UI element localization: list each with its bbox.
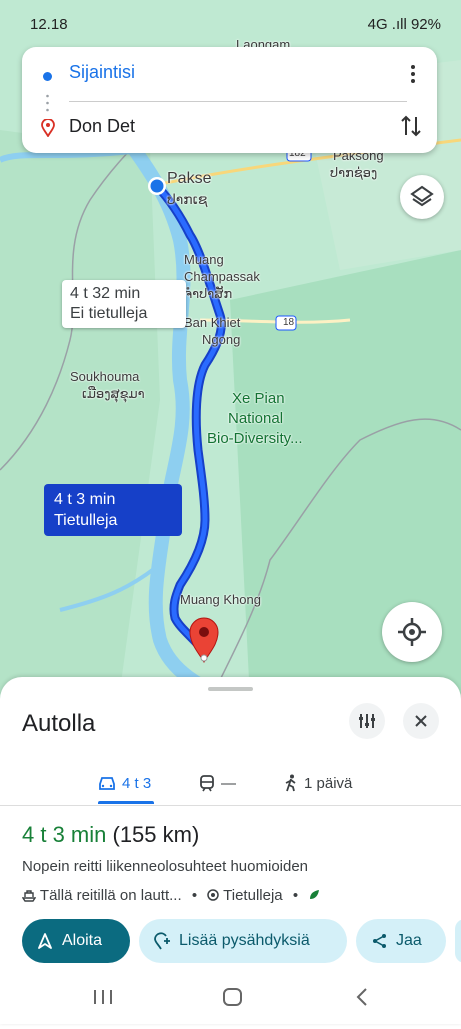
- info-ferry: Tällä reitillä on lautt...: [39, 887, 182, 904]
- tab-walk-label: 1 päivä: [304, 774, 353, 792]
- road-18-label: 18: [283, 317, 295, 328]
- label-xe-pian-2: National: [228, 410, 284, 427]
- close-button[interactable]: [403, 703, 439, 739]
- start-button[interactable]: Aloita: [22, 919, 130, 963]
- car-icon: [99, 777, 115, 790]
- swap-icon: [401, 115, 421, 137]
- tune-icon: [359, 714, 375, 728]
- layers-icon: [410, 185, 434, 207]
- tab-car[interactable]: 4 t 3: [98, 761, 151, 805]
- route-card: Sijaintisi Don Det: [22, 47, 437, 153]
- label-muang: Muang: [184, 252, 224, 267]
- more-actions-peek[interactable]: [455, 919, 461, 963]
- recents-icon: [94, 990, 112, 1004]
- label-muang-khong: Muang Khong: [180, 592, 261, 607]
- close-icon: [415, 715, 427, 727]
- active-tab-indicator: [98, 801, 154, 804]
- navigation-arrow-icon: [38, 933, 52, 949]
- label-soukhouma: Soukhouma: [70, 369, 140, 384]
- start-button-label: Aloita: [62, 932, 103, 949]
- main-route-time: 4 t 3 min: [54, 491, 116, 508]
- alt-route-note: Ei tietulleja: [70, 305, 148, 322]
- label-ban-khiet: Ban Khiet: [184, 315, 241, 330]
- walk-icon: [285, 774, 296, 792]
- more-options-button[interactable]: [403, 62, 423, 86]
- label-pakse: Pakse: [167, 170, 212, 187]
- tab-transit[interactable]: —: [199, 761, 236, 805]
- alt-route-time: 4 t 32 min: [70, 285, 141, 302]
- label-champassak-lao: ຈຳປາສັກ: [184, 286, 233, 301]
- status-bar: 12.18 4G .ıll 92%: [0, 0, 461, 44]
- sheet-title: Autolla: [22, 710, 96, 737]
- label-ngong: Ngong: [202, 332, 241, 347]
- label-champassak: Champassak: [184, 269, 260, 284]
- route-info-line: Tällä reitillä on lautt... • Tietulleja …: [21, 887, 320, 904]
- destination-pin-icon: [41, 119, 55, 137]
- tab-walk[interactable]: 1 päivä: [284, 761, 352, 805]
- label-soukhouma-lao: ເມືອງສຸຂຸມາ: [82, 386, 145, 401]
- more-vert-icon: [411, 65, 415, 83]
- swap-route-button[interactable]: [399, 113, 423, 139]
- status-time: 12.18: [30, 16, 68, 33]
- travel-mode-tabs: 4 t 3 — 1 päivä: [0, 761, 461, 806]
- layers-button[interactable]: [400, 175, 444, 219]
- home-icon: [223, 988, 242, 1006]
- label-paksong-lao: ປາກຊ່ອງ: [330, 165, 378, 180]
- route-description: Nopein reitti liikenneolosuhteet huomioi…: [22, 858, 309, 875]
- route-card-divider: [69, 101, 407, 102]
- train-icon: [200, 775, 214, 792]
- tab-transit-label: —: [221, 774, 236, 792]
- add-location-icon: [154, 932, 170, 950]
- tab-car-label: 4 t 3: [122, 774, 152, 792]
- status-right: 4G .ıll 92%: [367, 16, 441, 33]
- nav-buttons: [94, 988, 367, 1006]
- back-icon: [356, 988, 367, 1006]
- label-xe-pian-1: Xe Pian: [232, 390, 285, 407]
- ferry-icon: [21, 890, 37, 902]
- share-icon: [373, 934, 386, 948]
- label-xe-pian-3: Bio-Diversity...: [207, 430, 303, 447]
- main-route-note: Tietulleja: [54, 512, 118, 529]
- my-location-button[interactable]: [382, 602, 442, 662]
- route-duration: 4 t 3 min: [22, 822, 107, 847]
- origin-row[interactable]: Sijaintisi: [22, 51, 437, 95]
- sheet-drag-handle[interactable]: [208, 687, 253, 691]
- main-route-bubble[interactable]: 4 t 3 min Tietulleja: [44, 484, 182, 536]
- origin-label: Sijaintisi: [69, 62, 136, 82]
- origin-dot-icon: [43, 72, 52, 81]
- alt-route-bubble[interactable]: 4 t 32 min Ei tietulleja: [62, 280, 186, 328]
- crosshair-icon: [398, 618, 426, 646]
- share-button[interactable]: Jaa: [356, 919, 446, 963]
- system-nav-bar: [0, 970, 461, 1024]
- route-summary: 4 t 3 min (155 km): [22, 822, 199, 848]
- share-label: Jaa: [396, 932, 422, 949]
- toll-icon: [207, 889, 219, 901]
- add-stops-button[interactable]: Lisää pysähdyksiä: [139, 919, 347, 963]
- destination-row[interactable]: Don Det: [22, 105, 437, 149]
- route-distance: (155 km): [112, 822, 200, 847]
- label-pakse-lao: ປາກເຊ: [167, 191, 208, 207]
- add-stops-label: Lisää pysähdyksiä: [179, 932, 310, 949]
- eco-leaf-icon: [310, 890, 320, 899]
- destination-label: Don Det: [69, 116, 136, 136]
- route-options-button[interactable]: [349, 703, 385, 739]
- info-tolls: Tietulleja: [223, 887, 283, 904]
